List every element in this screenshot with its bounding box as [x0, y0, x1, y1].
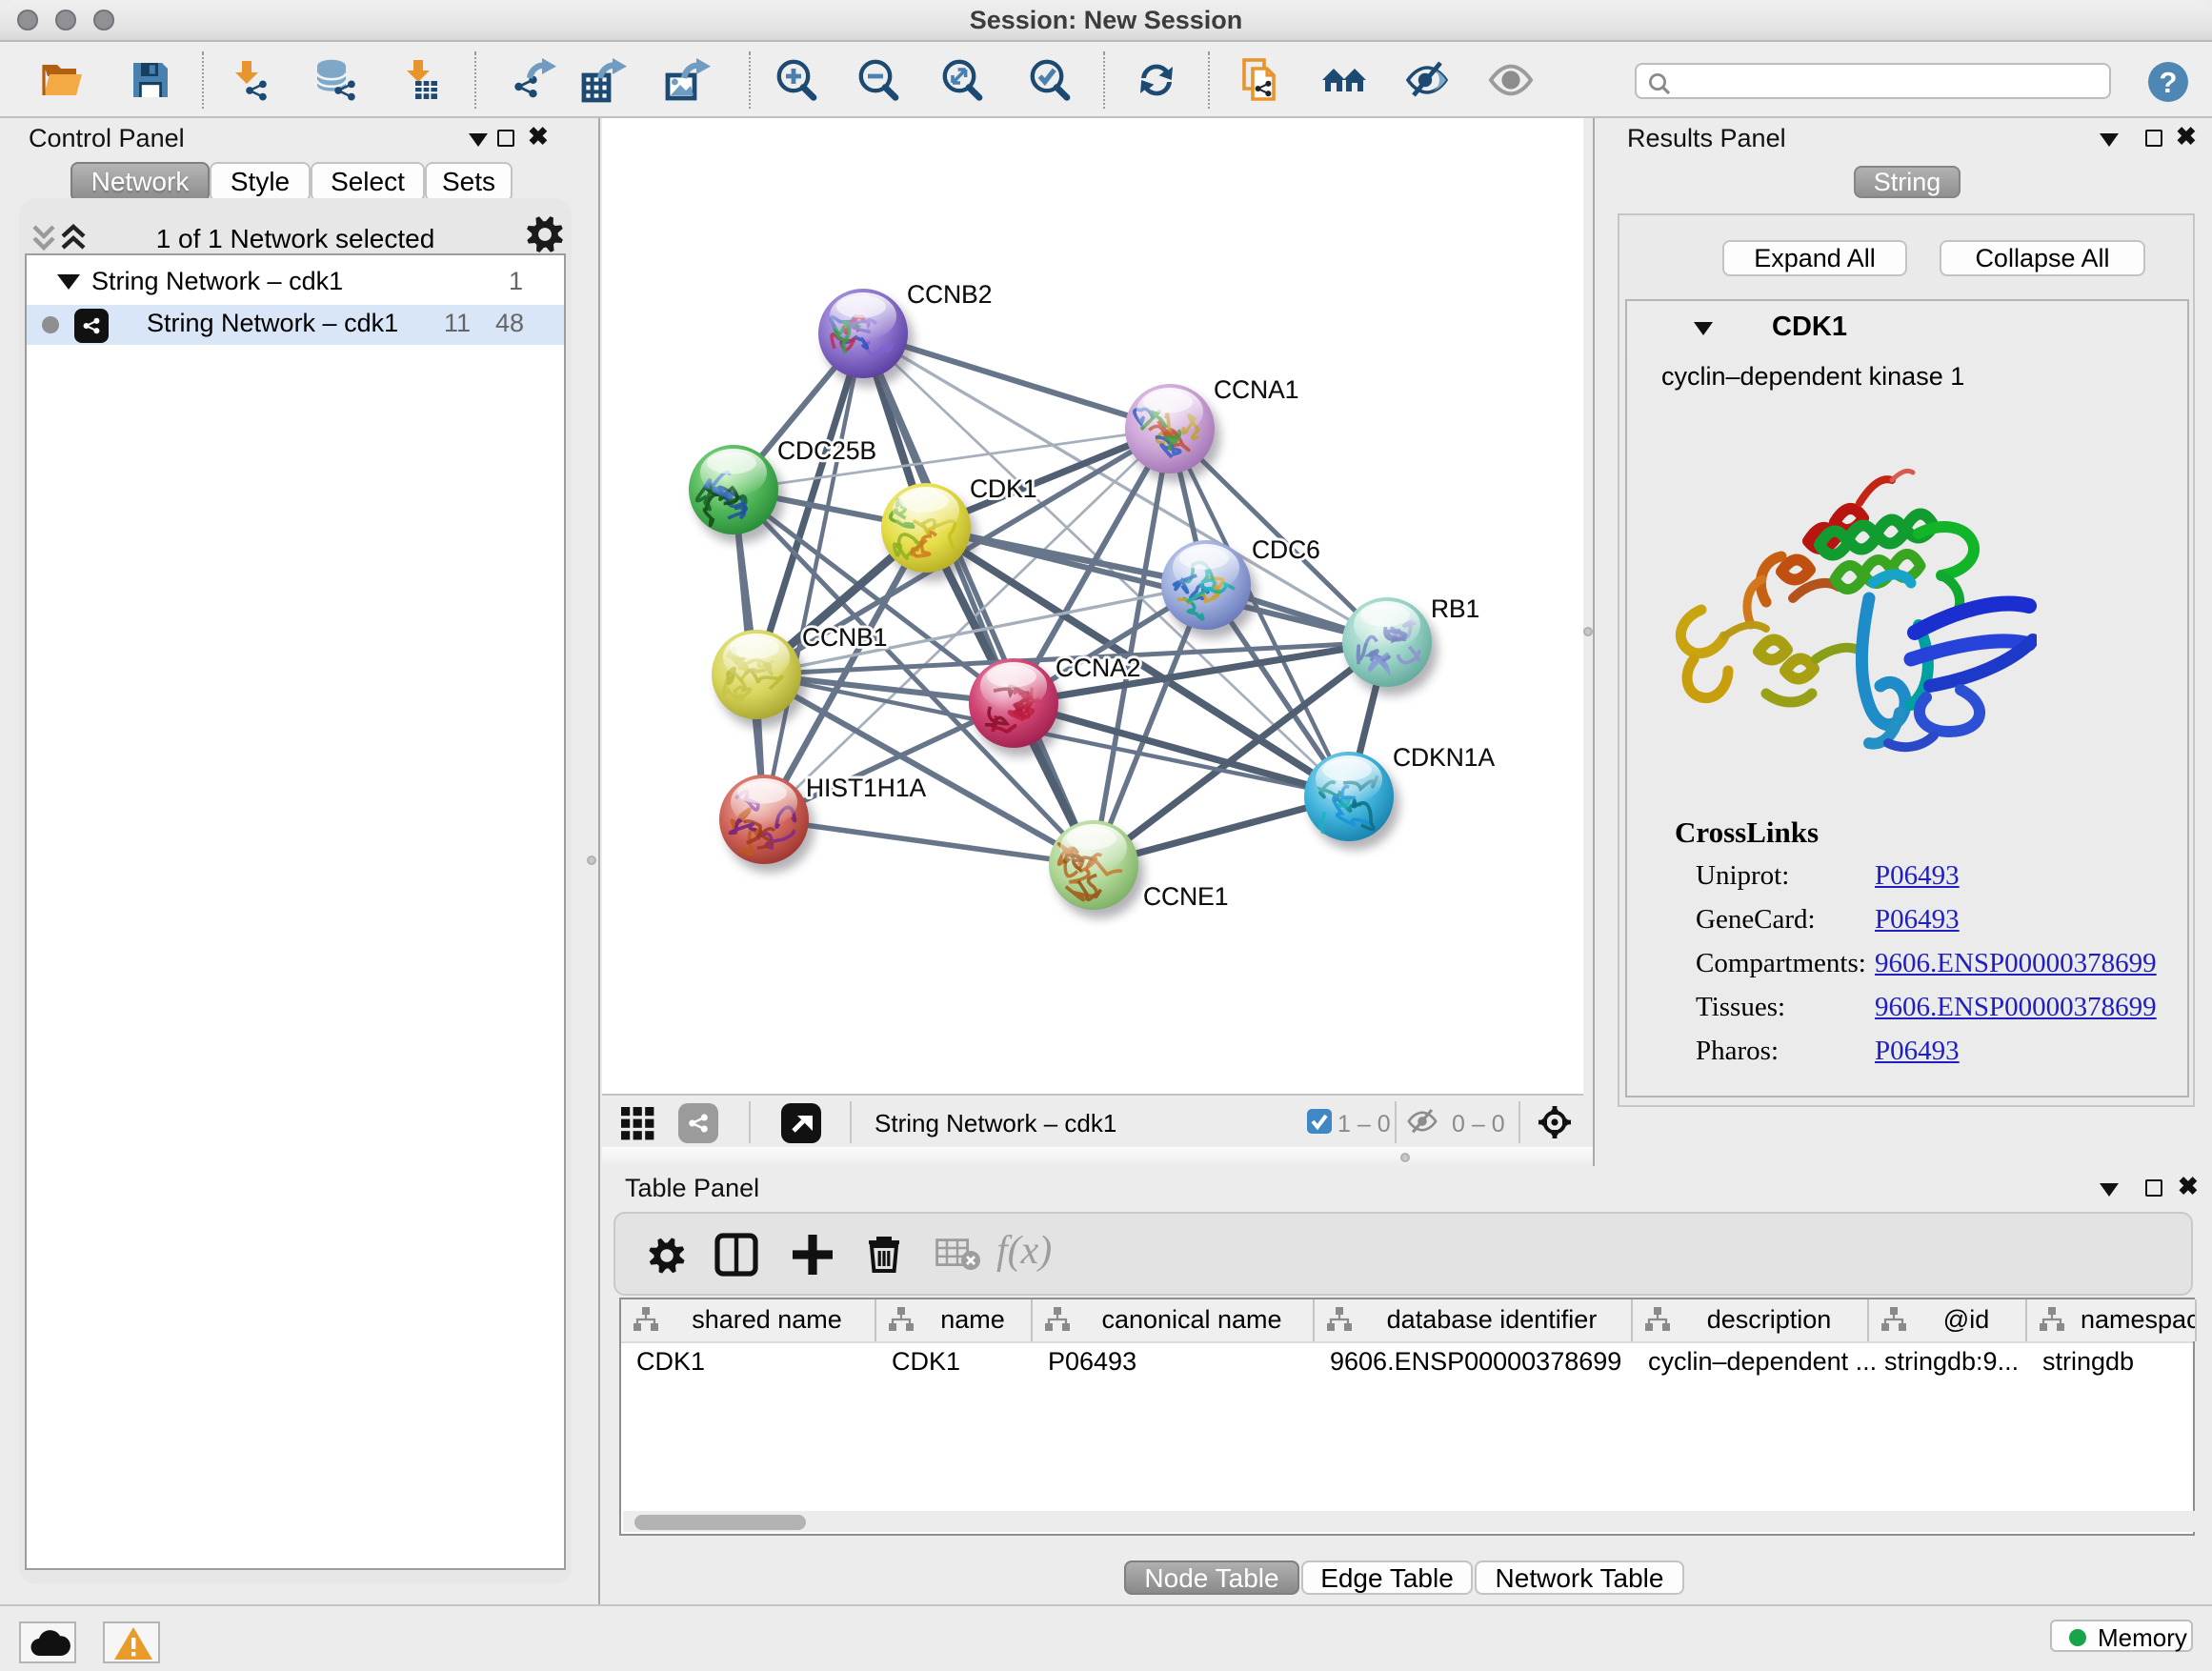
svg-text:CCNA2: CCNA2: [1056, 654, 1140, 682]
svg-text:?: ?: [2160, 66, 2178, 99]
svg-text:CDK1: CDK1: [970, 474, 1036, 503]
svg-text:CCNB1: CCNB1: [802, 623, 887, 652]
svg-text:HIST1H1A: HIST1H1A: [806, 774, 927, 802]
svg-text:CCNB2: CCNB2: [907, 280, 992, 309]
svg-text:CCNA1: CCNA1: [1214, 375, 1298, 404]
svg-text:CCNE1: CCNE1: [1143, 882, 1228, 911]
svg-text:RB1: RB1: [1431, 594, 1479, 623]
svg-text:CDC25B: CDC25B: [777, 436, 876, 465]
svg-text:CDC6: CDC6: [1252, 535, 1320, 564]
svg-text:CDKN1A: CDKN1A: [1393, 743, 1495, 772]
